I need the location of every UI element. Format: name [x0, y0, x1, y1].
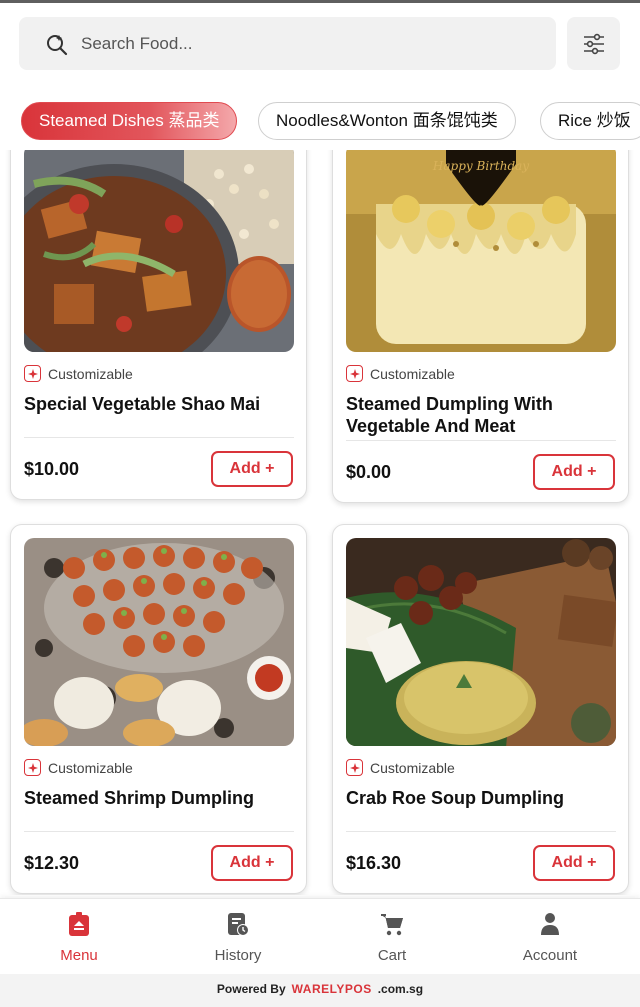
add-button[interactable]: Add +: [533, 845, 615, 881]
product-name: Special Vegetable Shao Mai: [24, 394, 261, 414]
customizable-label: Customizable: [370, 759, 455, 776]
customizable-tag: Customizable: [346, 759, 455, 776]
product-card[interactable]: Customizable Crab Roe Soup Dumpling $16.…: [332, 524, 629, 894]
brand-domain: .com.sg: [377, 982, 424, 996]
customizable-label: Customizable: [370, 365, 455, 382]
add-button[interactable]: Add +: [533, 454, 615, 490]
cart-icon: [381, 914, 403, 936]
product-card[interactable]: Happy Birthday Customizable Steamed Dump…: [332, 150, 629, 503]
customize-icon: [346, 365, 363, 382]
product-price: $10.00: [24, 459, 80, 479]
category-tabs: Steamed Dishes 蒸品类 Noodles&Wonton 面条馄饨类 …: [0, 100, 640, 142]
bottom-nav: Menu History Cart Account: [0, 898, 640, 974]
tab-steamed-dishes[interactable]: Steamed Dishes 蒸品类: [21, 102, 238, 140]
nav-menu-label: Menu: [60, 947, 98, 964]
product-price: $12.30: [24, 853, 80, 873]
divider: [24, 437, 294, 438]
nav-cart-label: Cart: [377, 947, 407, 964]
powered-by-text: Powered By WARELYPOS .com.sg: [0, 982, 640, 996]
account-icon: [541, 913, 559, 935]
customize-icon: [24, 365, 41, 382]
footer: Powered By WARELYPOS .com.sg: [0, 974, 640, 1007]
add-button[interactable]: Add +: [211, 845, 293, 881]
history-icon: [228, 913, 249, 936]
nav-history-label: History: [214, 947, 262, 964]
product-image: [24, 538, 294, 746]
nav-account-label: Account: [522, 947, 578, 964]
add-button[interactable]: Add +: [211, 451, 293, 487]
product-card[interactable]: Customizable Special Vegetable Shao Mai …: [10, 150, 307, 500]
search-input[interactable]: [81, 17, 541, 70]
filter-button[interactable]: [567, 17, 620, 70]
search-icon: [47, 35, 68, 56]
product-image: Happy Birthday: [346, 150, 616, 352]
top-border: [0, 0, 640, 3]
tab-noodles-wonton[interactable]: Noodles&Wonton 面条馄饨类: [258, 102, 516, 140]
nav-menu[interactable]: Menu: [19, 899, 139, 975]
product-price: $0.00: [346, 462, 392, 482]
product-name: Steamed Dumpling With Vegetable And Meat: [346, 394, 553, 436]
nav-cart[interactable]: Cart: [332, 899, 452, 975]
product-name: Steamed Shrimp Dumpling: [24, 788, 255, 808]
customizable-tag: Customizable: [24, 365, 133, 382]
customize-icon: [346, 759, 363, 776]
nav-history[interactable]: History: [178, 899, 298, 975]
product-image: [24, 150, 294, 352]
sliders-icon: [583, 33, 604, 54]
product-card[interactable]: Customizable Steamed Shrimp Dumpling $12…: [10, 524, 307, 894]
product-image: [346, 538, 616, 746]
customizable-label: Customizable: [48, 759, 133, 776]
customizable-tag: Customizable: [346, 365, 455, 382]
customize-icon: [24, 759, 41, 776]
brand-logo[interactable]: WARELYPOS: [292, 982, 372, 996]
menu-icon: [69, 912, 89, 936]
nav-account[interactable]: Account: [490, 899, 610, 975]
product-price: $16.30: [346, 853, 402, 873]
customizable-tag: Customizable: [24, 759, 133, 776]
divider: [346, 440, 616, 441]
product-name: Crab Roe Soup Dumpling: [346, 788, 564, 808]
divider: [24, 831, 294, 832]
tab-rice[interactable]: Rice 炒饭: [540, 102, 640, 140]
product-grid: Customizable Special Vegetable Shao Mai …: [0, 150, 640, 895]
cake-topper-text: Happy Birthday: [432, 159, 529, 173]
search-bar[interactable]: [19, 17, 556, 70]
divider: [346, 831, 616, 832]
customizable-label: Customizable: [48, 365, 133, 382]
powered-by-label: Powered By: [216, 982, 286, 996]
